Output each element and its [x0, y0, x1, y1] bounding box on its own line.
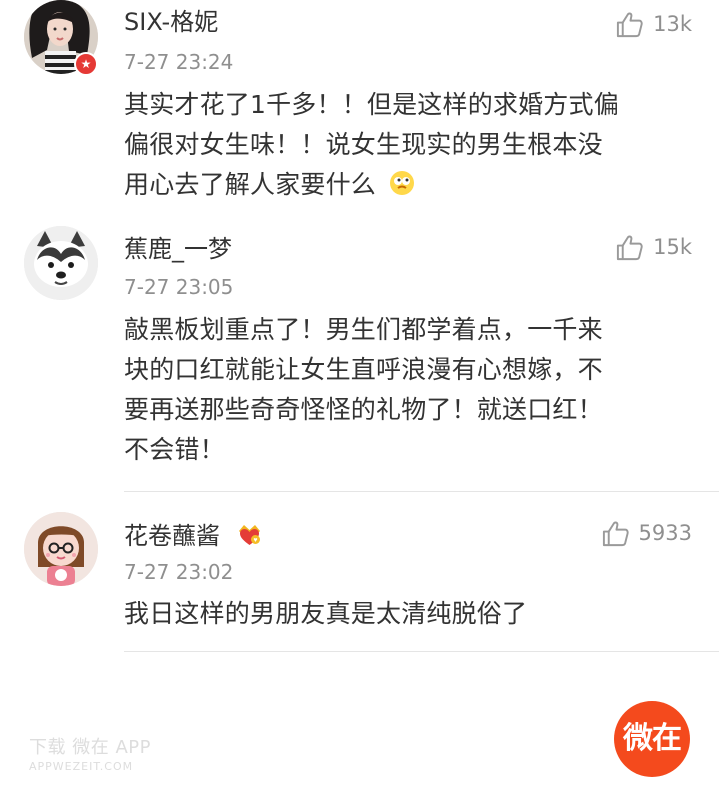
comment-text-line: 我日这样的男朋友真是太清纯脱俗了 [124, 599, 528, 628]
download-watermark-url: APPWEZEIT.COM [29, 760, 134, 773]
comment-text: 敲黑板划重点了！男生们都学着点，一千来 块的口红就能让女生直呼浪漫有心想嫁，不 … [124, 310, 684, 470]
comment-text-line: 块的口红就能让女生直呼浪漫有心想嫁，不 [124, 355, 603, 384]
comment-screen: { "comments": [ { "username": "SIX-格妮", … [0, 0, 719, 799]
comment-text-line: 敲黑板划重点了！男生们都学着点，一千来 [124, 315, 603, 344]
crown-heart-badge-icon: ♥ [238, 525, 260, 545]
like-count: 15k [653, 235, 692, 259]
comment-text: 其实才花了1千多！！但是这样的求婚方式偏 偏很对女生味！！说女生现实的男生根本没… [124, 85, 684, 205]
comment-text-line: 要再送那些奇奇怪怪的礼物了！就送口红！ [124, 395, 603, 424]
username[interactable]: 花卷蘸酱 ♥ [124, 522, 263, 550]
like-count: 13k [653, 12, 692, 36]
comment-text-line: 偏很对女生味！！说女生现实的男生根本没 [124, 130, 603, 159]
comment-text-segment: 用心去了解人家要什么 [124, 170, 377, 199]
username-text: 花卷蘸酱 [124, 522, 220, 550]
comment-separator [124, 491, 719, 492]
thinking-face-emoji-icon [390, 171, 415, 195]
avatar[interactable] [24, 512, 98, 586]
comment-text-line: 其实才花了1千多！！但是这样的求婚方式偏 [124, 90, 619, 119]
weizai-app-button[interactable]: 微在 [614, 701, 690, 777]
comment-text: 我日这样的男朋友真是太清纯脱俗了 [124, 594, 684, 634]
username[interactable]: SIX-格妮 [124, 8, 218, 36]
thumb-up-icon [617, 12, 643, 37]
thumb-up-icon [617, 235, 643, 260]
like-button[interactable]: 13k [615, 9, 692, 39]
bottom-bar [0, 667, 719, 799]
like-button[interactable]: 15k [615, 232, 692, 262]
comment-text-line: 用心去了解人家要什么 [124, 165, 684, 205]
like-button[interactable]: 5933 [601, 518, 692, 548]
comment-text-line: 不会错！ [124, 435, 225, 464]
verified-badge-icon: ★ [74, 52, 98, 76]
like-count: 5933 [638, 521, 692, 545]
username[interactable]: 蕉鹿_一梦 [124, 235, 232, 263]
svg-text:♥: ♥ [253, 537, 257, 544]
cartoon-girl-avatar-image [24, 512, 98, 586]
download-watermark: 下载 微在 APP [29, 737, 151, 758]
avatar[interactable] [24, 226, 98, 300]
comment-time: 7-27 23:02 [124, 560, 234, 584]
comment-separator [124, 651, 719, 652]
comment-time: 7-27 23:24 [124, 50, 234, 74]
husky-avatar-image [24, 226, 98, 300]
comment-time: 7-27 23:05 [124, 275, 234, 299]
thumb-up-icon [602, 521, 629, 546]
